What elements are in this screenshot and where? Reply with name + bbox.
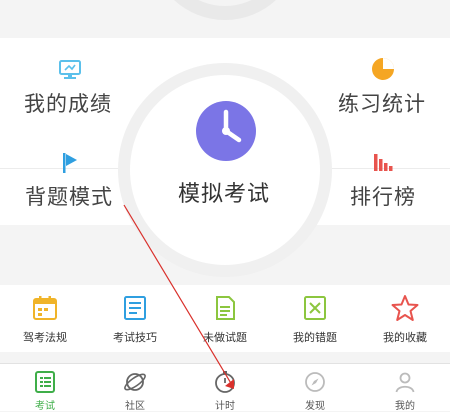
tab-mine[interactable]: 我的	[360, 364, 450, 412]
practice-stats-label: 练习统计	[338, 92, 426, 116]
my-scores-label: 我的成绩	[24, 92, 112, 116]
tool-favorites[interactable]: 我的收藏	[360, 285, 450, 352]
flag-icon	[63, 153, 77, 173]
tool-unanswered[interactable]: 未做试题	[180, 285, 270, 352]
tool-label: 考试技巧	[113, 331, 157, 344]
mock-exam-label: 模拟考试	[178, 182, 271, 207]
ranking-label: 排行榜	[350, 185, 416, 209]
bar-chart-icon	[374, 154, 393, 171]
planet-icon	[124, 373, 146, 391]
user-icon	[395, 372, 415, 393]
calendar-icon	[33, 296, 57, 320]
discover-icon	[305, 372, 325, 392]
pie-chart-icon	[372, 58, 394, 80]
tools-row: 驾考法规 考试技巧 未做试题 我的错题 我的收藏	[0, 285, 450, 352]
tab-community[interactable]: 社区	[90, 364, 180, 412]
practice-stats-button[interactable]: 练习统计	[310, 38, 450, 130]
my-scores-button[interactable]: 我的成绩	[0, 38, 140, 130]
tool-label: 我的收藏	[383, 331, 427, 344]
book-icon	[124, 296, 146, 320]
bottom-tab-bar: 考试 社区 计时 发现 我的	[0, 363, 450, 412]
wrong-box-icon	[304, 296, 326, 320]
stopwatch-icon	[215, 371, 235, 393]
tool-label: 我的错题	[293, 331, 337, 344]
tab-exam[interactable]: 考试	[0, 364, 90, 412]
list-icon	[35, 371, 55, 393]
star-icon	[391, 295, 419, 321]
clock-icon	[196, 101, 256, 161]
tool-label: 驾考法规	[23, 331, 67, 344]
tool-exam-tips[interactable]: 考试技巧	[90, 285, 180, 352]
document-icon	[216, 296, 235, 320]
recite-mode-label: 背题模式	[25, 185, 113, 209]
monitor-icon	[59, 60, 81, 79]
tool-label: 未做试题	[203, 331, 247, 344]
top-decorative-arc	[150, 0, 300, 20]
tool-wrong-questions[interactable]: 我的错题	[270, 285, 360, 352]
tab-discover[interactable]: 发现	[270, 364, 360, 412]
tool-driving-regulations[interactable]: 驾考法规	[0, 285, 90, 352]
tab-timer[interactable]: 计时	[180, 364, 270, 412]
